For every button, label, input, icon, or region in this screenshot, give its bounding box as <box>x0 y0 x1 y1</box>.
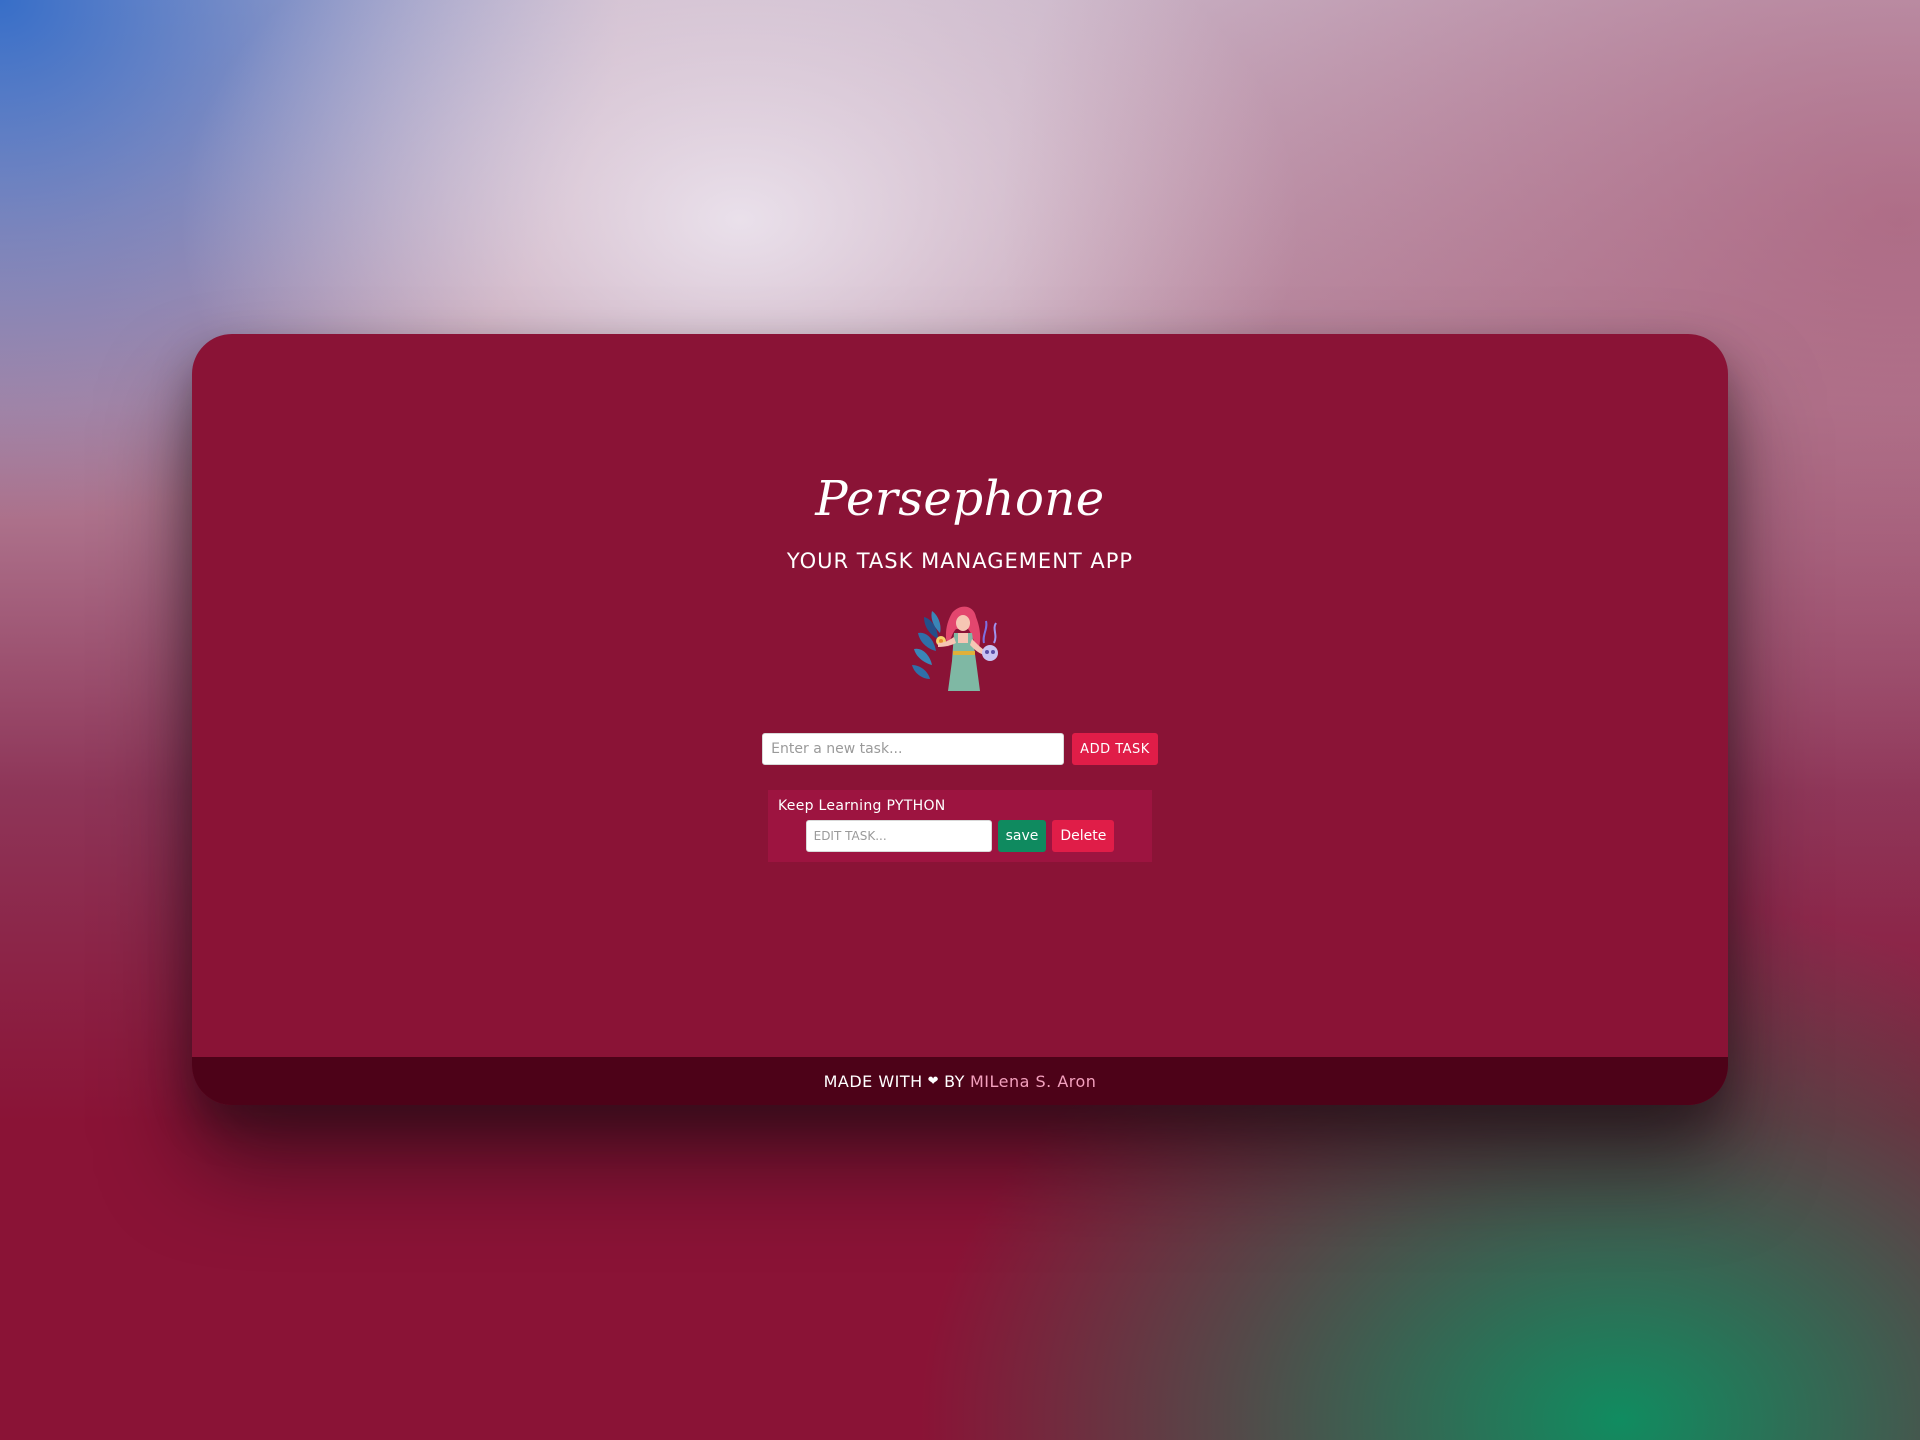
app-title: Persephone <box>815 471 1105 527</box>
delete-button[interactable]: Delete <box>1052 820 1115 852</box>
footer-made-with: MADE WITH <box>823 1071 923 1091</box>
task-text: Keep Learning PYTHON <box>778 798 946 814</box>
footer-by: BY <box>944 1071 965 1091</box>
edit-task-input[interactable] <box>805 820 992 852</box>
app-content: Persephone YOUR TASK MANAGEMENT APP Ente… <box>192 334 1728 862</box>
heart-icon: ❤ <box>927 1073 940 1089</box>
task-edit-row: save Delete <box>778 820 1142 852</box>
add-task-button[interactable]: ADD TASK <box>1072 733 1158 765</box>
add-task-row: ADD TASK <box>762 733 1158 765</box>
new-task-input[interactable] <box>762 733 1065 765</box>
author-link[interactable]: MILena S. Aron <box>970 1072 1096 1091</box>
persephone-illustration-icon <box>912 606 998 691</box>
app-card: Persephone YOUR TASK MANAGEMENT APP Ente… <box>192 334 1728 1105</box>
list-item: Keep Learning PYTHON save Delete <box>768 790 1152 862</box>
footer: MADE WITH ❤ BY MILena S. Aron <box>192 1057 1728 1105</box>
save-button[interactable]: save <box>997 820 1047 852</box>
task-list: Keep Learning PYTHON save Delete <box>768 790 1152 862</box>
app-subtitle: YOUR TASK MANAGEMENT APP <box>786 549 1134 573</box>
